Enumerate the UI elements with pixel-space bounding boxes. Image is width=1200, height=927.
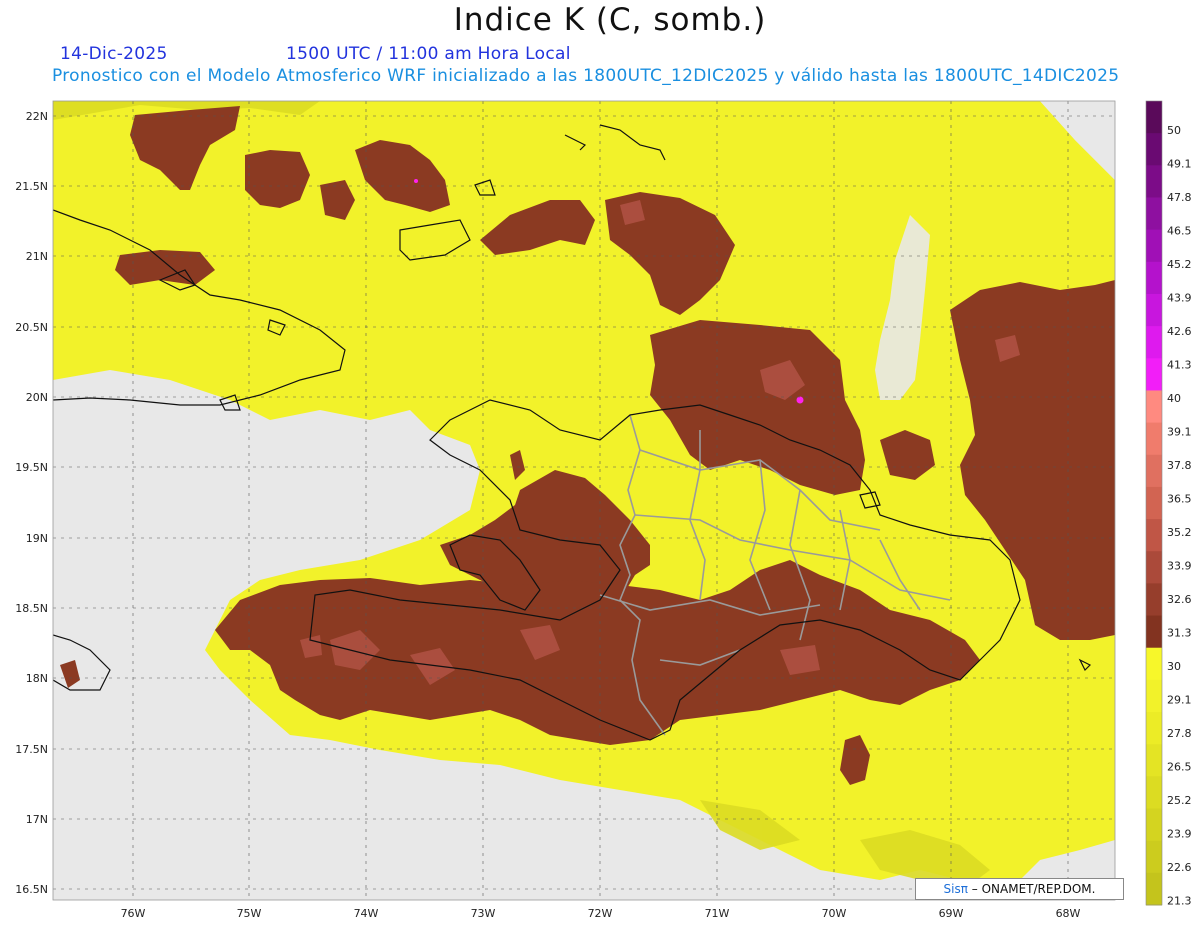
- colorbar-label: 42.6: [1167, 325, 1192, 338]
- colorbar-swatch: [1146, 261, 1162, 295]
- colorbar-label: 22.6: [1167, 861, 1192, 874]
- lon-label: 72W: [588, 907, 613, 920]
- lon-label: 75W: [237, 907, 262, 920]
- lat-label: 21.5N: [15, 180, 48, 193]
- lat-label: 16.5N: [15, 883, 48, 896]
- colorbar-swatch: [1146, 229, 1162, 263]
- colorbar-swatch: [1146, 197, 1162, 231]
- colorbar-swatch: [1146, 744, 1162, 777]
- colorbar-swatch: [1146, 583, 1162, 617]
- colorbar-label: 41.3: [1167, 359, 1192, 372]
- colorbar-label: 47.8: [1167, 191, 1192, 204]
- colorbar-label: 25.2: [1167, 794, 1192, 807]
- colorbar-label: 49.1: [1167, 158, 1192, 171]
- colorbar-swatch: [1146, 390, 1162, 424]
- lat-label: 20N: [26, 391, 48, 404]
- lat-label: 21N: [26, 250, 48, 263]
- latitude-axis: 22N 21.5N 21N 20.5N 20N 19.5N 19N 18.5N …: [15, 110, 48, 896]
- lat-label: 19N: [26, 532, 48, 545]
- lon-label: 70W: [822, 907, 847, 920]
- colorbar-label: 27.8: [1167, 727, 1192, 740]
- colorbar-swatch: [1146, 840, 1162, 874]
- sispi-logo: Sisπ: [943, 882, 968, 896]
- colorbar-swatch: [1146, 326, 1162, 359]
- lat-label: 18.5N: [15, 602, 48, 615]
- colorbar-swatch: [1146, 165, 1162, 198]
- colorbar-swatch: [1146, 101, 1162, 134]
- lon-label: 68W: [1056, 907, 1081, 920]
- colorbar-label: 23.9: [1167, 828, 1192, 841]
- colorbar-swatch: [1146, 808, 1162, 842]
- credit-box: Sisπ – ONAMET/REP.DOM.: [915, 878, 1124, 900]
- colorbar-swatch: [1146, 615, 1162, 649]
- colorbar-label: 33.9: [1167, 560, 1192, 573]
- colorbar-label: 39.1: [1167, 426, 1192, 439]
- colorbar-swatch: [1146, 551, 1162, 584]
- lon-label: 73W: [471, 907, 496, 920]
- colorbar-label: 35.2: [1167, 526, 1192, 539]
- colorbar-label: 43.9: [1167, 292, 1192, 305]
- colorbar-label: 30: [1167, 660, 1181, 673]
- colorbar-swatch: [1146, 133, 1162, 166]
- longitude-axis: 76W 75W 74W 73W 72W 71W 70W 69W 68W: [121, 907, 1081, 920]
- colorbar-swatch: [1146, 712, 1162, 745]
- lat-label: 17N: [26, 813, 48, 826]
- colorbar-label: 46.5: [1167, 225, 1192, 238]
- lon-label: 71W: [705, 907, 730, 920]
- colorbar-label: 32.6: [1167, 593, 1192, 606]
- lon-label: 74W: [354, 907, 379, 920]
- colorbar-swatch: [1146, 454, 1162, 488]
- credit-text: – ONAMET/REP.DOM.: [967, 882, 1096, 896]
- colorbar-swatch: [1146, 647, 1162, 681]
- colorbar-swatch: [1146, 776, 1162, 810]
- colorbar-swatch: [1146, 422, 1162, 456]
- lat-label: 17.5N: [15, 743, 48, 756]
- lon-label: 76W: [121, 907, 146, 920]
- lon-label: 69W: [939, 907, 964, 920]
- colorbar-label: 40: [1167, 392, 1181, 405]
- weather-map: 22N 21.5N 21N 20.5N 20N 19.5N 19N 18.5N …: [15, 100, 1192, 920]
- lat-label: 20.5N: [15, 321, 48, 334]
- colorbar-swatch: [1146, 519, 1162, 552]
- colorbar-label: 21.3: [1167, 895, 1192, 908]
- colorbar-label: 26.5: [1167, 761, 1192, 774]
- colorbar-label: 45.2: [1167, 258, 1192, 271]
- colorbar-label: 37.8: [1167, 459, 1192, 472]
- colorbar: 50 49.1 47.8 46.5 45.2 43.9 42.6 41.3 40 39.1 37.8…: [1145, 100, 1192, 908]
- lat-label: 22N: [26, 110, 48, 123]
- colorbar-swatch: [1146, 293, 1162, 327]
- colorbar-label: 31.3: [1167, 627, 1192, 640]
- lat-label: 18N: [26, 672, 48, 685]
- colorbar-label: 36.5: [1167, 493, 1192, 506]
- colorbar-swatch: [1146, 679, 1162, 713]
- colorbar-label: 50: [1167, 124, 1181, 137]
- colorbar-swatch: [1146, 872, 1162, 906]
- lat-label: 19.5N: [15, 461, 48, 474]
- colorbar-swatch: [1146, 358, 1162, 391]
- colorbar-label: 29.1: [1167, 694, 1192, 707]
- colorbar-swatch: [1146, 486, 1162, 520]
